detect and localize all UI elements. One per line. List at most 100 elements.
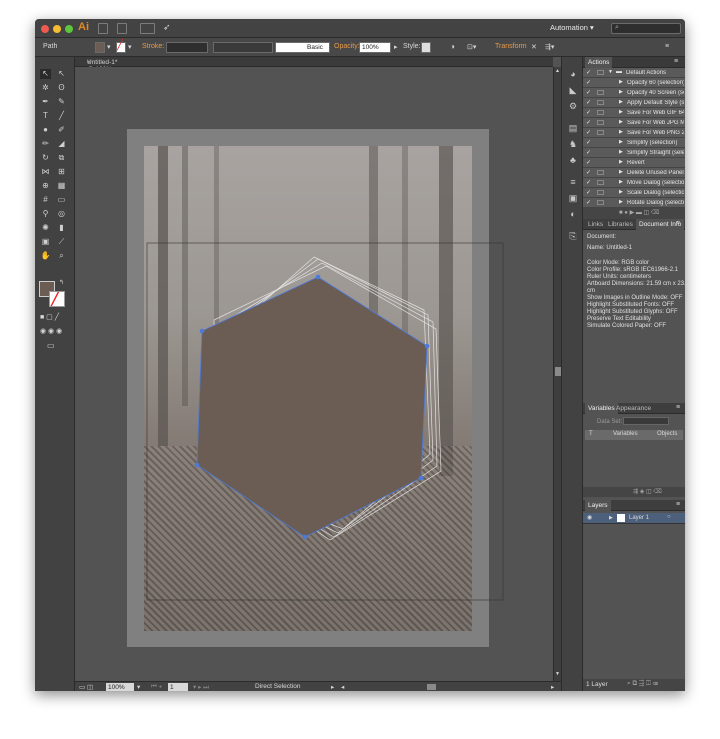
action-toggle-icon[interactable]: ✓ — [586, 79, 591, 86]
expand-triangle-icon[interactable]: ▶ — [619, 169, 623, 175]
zoom-window-button[interactable] — [65, 25, 73, 33]
status-menu-icon[interactable]: ▸ — [331, 683, 334, 691]
expand-triangle-icon[interactable]: ▶ — [619, 79, 623, 85]
perspective-grid-tool-icon[interactable]: ▦ — [56, 181, 67, 191]
action-item[interactable]: ✓ ▶ Rotate Dialog (selection) — [583, 198, 685, 208]
gradient-panel-icon[interactable]: ▣ — [567, 193, 579, 203]
artboard-tool-icon[interactable]: ▣ — [40, 237, 51, 247]
direct-selection-tool-icon[interactable]: ↖ — [56, 69, 67, 79]
action-item[interactable]: ✓ ▶ Simplify Straight (selection) — [583, 148, 685, 158]
blend-tool-icon[interactable]: ◎ — [56, 209, 67, 219]
canvas-area[interactable] — [75, 67, 553, 681]
expand-triangle-icon[interactable]: ▶ — [619, 179, 623, 185]
dialog-toggle-icon[interactable] — [597, 100, 604, 105]
line-tool-icon[interactable]: ╱ — [56, 111, 67, 121]
variable-width-profile[interactable] — [213, 42, 273, 53]
pen-tool-icon[interactable]: ✒ — [40, 97, 51, 107]
layer-target-icon[interactable]: ○ — [667, 514, 671, 520]
symbol-sprayer-tool-icon[interactable]: ✺ — [40, 223, 51, 233]
expand-triangle-icon[interactable]: ▶ — [619, 89, 623, 95]
eyedropper-tool-icon[interactable]: ⚲ — [40, 209, 51, 219]
gradient-tool-icon[interactable]: ▭ — [56, 195, 67, 205]
shape-builder-tool-icon[interactable]: ⊕ — [40, 181, 51, 191]
search-input[interactable]: ⌕ — [611, 23, 681, 34]
variables-buttons[interactable]: ⇶ ◈ ◫ ⌫ — [633, 488, 662, 495]
dialog-toggle-icon[interactable] — [597, 130, 604, 135]
action-buttons[interactable]: ■ ● ▶ ▬ ◫ ⌫ — [619, 209, 659, 216]
tab-layers[interactable]: Layers — [585, 500, 611, 511]
tab-libraries[interactable]: Libraries — [605, 219, 636, 230]
vertical-scrollbar[interactable]: ▲ ▼ — [553, 67, 561, 681]
expand-triangle-icon[interactable]: ▶ — [619, 109, 623, 115]
isolate-group-icon[interactable]: ✕ — [531, 43, 537, 51]
scroll-down-icon[interactable]: ▼ — [555, 671, 560, 677]
hscroll-left-icon[interactable]: ◂ — [341, 683, 344, 691]
opacity-arrow-icon[interactable]: ▸ — [394, 43, 398, 51]
bridge-icon[interactable] — [98, 23, 108, 34]
scroll-up-icon[interactable]: ▲ — [555, 68, 560, 74]
tab-appearance[interactable]: Appearance — [613, 403, 654, 414]
visibility-eye-icon[interactable]: ◉ — [587, 514, 592, 521]
action-toggle-icon[interactable]: ✓ — [586, 189, 591, 196]
swap-colors-icon[interactable]: ↰ — [59, 279, 64, 286]
document-tab[interactable]: × Untitled-1* @ 100% (RGB/GPU Preview) — [75, 57, 553, 87]
action-item[interactable]: ✓ ▶ Simplify (selection) — [583, 138, 685, 148]
actions-panel-menu-icon[interactable]: ≡ — [674, 58, 678, 65]
pencil-tool-icon[interactable]: ✏ — [40, 139, 51, 149]
scale-tool-icon[interactable]: ⧉ — [56, 153, 67, 163]
fill-dropdown-icon[interactable]: ▾ — [107, 43, 111, 51]
action-item[interactable]: ✓ ▶ Apply Default Style (selec... — [583, 98, 685, 108]
zoom-dropdown-icon[interactable]: ▾ — [137, 683, 140, 691]
eraser-tool-icon[interactable]: ◢ — [56, 139, 67, 149]
opacity-link[interactable]: Opacity: — [334, 43, 360, 50]
column-graph-tool-icon[interactable]: ▮ — [56, 223, 67, 233]
action-item[interactable]: ✓ ▶ Save For Web GIF 64 Dith... — [583, 108, 685, 118]
workspace-switcher[interactable]: Automation ▾ — [550, 23, 594, 32]
free-transform-tool-icon[interactable]: ⊞ — [56, 167, 67, 177]
curvature-tool-icon[interactable]: ✎ — [56, 97, 67, 107]
action-toggle-icon[interactable]: ✓ — [586, 119, 591, 126]
expand-triangle-icon[interactable]: ▶ — [619, 149, 623, 155]
dialog-toggle-icon[interactable] — [597, 90, 604, 95]
zoom-tool-icon[interactable]: ⌕ — [56, 251, 67, 261]
info-panel-menu-icon[interactable]: ≡ — [676, 220, 680, 227]
action-item[interactable]: ✓ ▶ Revert — [583, 158, 685, 168]
action-toggle-icon[interactable]: ✓ — [586, 179, 591, 186]
action-toggle-icon[interactable]: ✓ — [586, 159, 591, 166]
symbols-panel-icon[interactable]: ♞ — [567, 139, 579, 149]
style-swatch[interactable] — [421, 42, 431, 53]
close-window-button[interactable] — [41, 25, 49, 33]
action-toggle-icon[interactable]: ✓ — [586, 109, 591, 116]
brush-definition[interactable]: Basic — [275, 42, 330, 53]
expand-triangle-icon[interactable]: ▶ — [619, 199, 623, 205]
dialog-toggle-icon[interactable] — [597, 200, 604, 205]
opacity-field[interactable]: 100% — [359, 42, 391, 53]
action-item[interactable]: ✓ ▶ Delete Unused Panel Items — [583, 168, 685, 178]
selection-tool-icon[interactable]: ↖ — [40, 69, 51, 79]
layers-panel-menu-icon[interactable]: ≡ — [676, 501, 680, 508]
arrange-documents-icon[interactable] — [140, 23, 155, 34]
image-trace-icon[interactable]: ⎘ — [567, 231, 579, 241]
color-panel-icon[interactable]: ◕ — [567, 69, 579, 79]
action-set-row[interactable]: ✓ ▼ ▬ Default Actions — [583, 68, 685, 78]
action-item[interactable]: ✓ ▶ Opacity 60 (selection) — [583, 78, 685, 88]
color-mode-buttons[interactable]: ■ ▢ ╱ — [40, 313, 59, 321]
action-toggle-icon[interactable]: ✓ — [586, 129, 591, 136]
expand-triangle-icon[interactable]: ▶ — [619, 129, 623, 135]
layer-buttons[interactable]: ⌕ ⧉ ⇶ ◫ ⌫ — [627, 680, 658, 688]
lasso-tool-icon[interactable]: ʘ — [56, 83, 67, 93]
tab-actions[interactable]: Actions — [585, 57, 613, 68]
layer-expand-icon[interactable]: ▶ — [609, 515, 613, 521]
hexagon-shape[interactable] — [196, 276, 428, 538]
artboard-number-field[interactable]: 1 — [168, 683, 188, 691]
hscroll-right-icon[interactable]: ▸ — [551, 683, 554, 691]
draw-mode-buttons[interactable]: ◉ ◉ ◉ — [40, 327, 62, 335]
expand-triangle-icon[interactable]: ▶ — [619, 159, 623, 165]
ellipse-tool-icon[interactable]: ● — [40, 125, 51, 135]
gpu-rocket-icon[interactable]: ➶ — [163, 22, 171, 33]
action-item[interactable]: ✓ ▶ Opacity 40 Screen (select... — [583, 88, 685, 98]
action-item[interactable]: ✓ ▶ Save For Web PNG 24 — [583, 128, 685, 138]
dialog-toggle-icon[interactable] — [597, 180, 604, 185]
dialog-toggle-icon[interactable] — [597, 110, 604, 115]
dialog-toggle-icon[interactable] — [597, 170, 604, 175]
